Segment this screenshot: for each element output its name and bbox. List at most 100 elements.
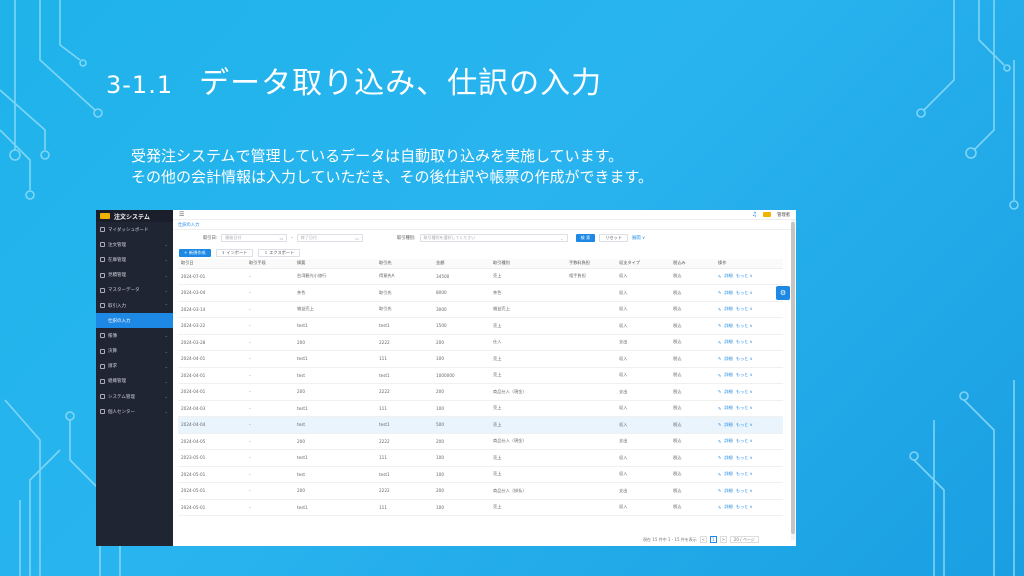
menu-fold-icon[interactable]: ☰ — [179, 211, 184, 218]
edit-icon[interactable]: ✎ — [718, 472, 721, 477]
edit-icon[interactable]: ✎ — [718, 488, 721, 493]
sidebar-item[interactable]: 見積管理 ⌄ — [96, 268, 173, 283]
detail-link[interactable]: 詳細 — [724, 389, 732, 395]
sidebar-item[interactable]: 在庫管理 ⌄ — [96, 252, 173, 267]
detail-link[interactable]: 詳細 — [724, 438, 732, 444]
detail-link[interactable]: 詳細 — [724, 455, 732, 461]
table-row[interactable]: 2024-04-03- test1 111 100 売上 収入 税込 ✎ 詳細 もっと ∨ — [178, 400, 783, 417]
edit-icon[interactable]: ✎ — [718, 439, 721, 444]
user-name[interactable]: 管理者 — [777, 212, 790, 218]
column-header[interactable]: 取引日 — [178, 259, 246, 269]
detail-link[interactable]: 詳細 — [724, 356, 732, 362]
edit-icon[interactable]: ✎ — [718, 290, 721, 295]
expand-link[interactable]: 展開 ∨ — [632, 235, 645, 241]
more-dropdown[interactable]: もっと ∨ — [736, 471, 753, 477]
edit-icon[interactable]: ✎ — [718, 406, 721, 411]
edit-icon[interactable]: ✎ — [718, 455, 721, 460]
detail-link[interactable]: 詳細 — [724, 339, 732, 345]
edit-icon[interactable]: ✎ — [718, 422, 721, 427]
avatar[interactable] — [763, 212, 772, 217]
detail-link[interactable]: 詳細 — [724, 504, 732, 510]
table-row[interactable]: 2024-05-01- test1 111 100 売上 収入 税込 ✎ 詳細 もっと ∨ — [178, 499, 783, 516]
table-row[interactable]: 2024-07-01- 台湾観光小旅行 得意先A 34500 売上 相手負担 収入 税込 ✎ 詳細… — [178, 268, 783, 285]
column-header[interactable]: 税込み — [670, 259, 715, 269]
sidebar-item[interactable]: 仕訳の入力 — [96, 313, 173, 329]
more-dropdown[interactable]: もっと ∨ — [736, 323, 753, 329]
detail-link[interactable]: 詳細 — [724, 306, 732, 312]
sidebar-item[interactable]: 個人センター ⌄ — [96, 404, 173, 419]
type-select[interactable]: 取引種別を選択してください ⌄ — [419, 234, 568, 242]
edit-icon[interactable]: ✎ — [718, 505, 721, 510]
detail-link[interactable]: 詳細 — [724, 471, 732, 477]
sidebar-item[interactable]: 注文管理 ⌄ — [96, 237, 173, 252]
column-header[interactable]: 収支タイプ — [616, 259, 670, 269]
more-dropdown[interactable]: もっと ∨ — [736, 405, 753, 411]
more-dropdown[interactable]: もっと ∨ — [736, 422, 753, 428]
column-header[interactable]: 取引種別 — [490, 259, 566, 269]
import-button[interactable]: ⇪ インポート — [215, 248, 254, 257]
table-row[interactable]: 2024-03-28-200 2222 200 仕入 支出 税込 ✎ 詳細 もっと ∨ — [178, 334, 783, 351]
sidebar-item[interactable]: 取引入力 ⌃ — [96, 298, 173, 313]
page-size-select[interactable]: 20 / ページ — [729, 536, 759, 543]
date-end-input[interactable]: 終了日付 ▭ — [296, 234, 363, 242]
add-button[interactable]: + 新規作成 — [179, 248, 211, 257]
table-row[interactable]: 2024-04-05-200 2222 200 商品仕入（現金） 支出 税込 ✎ 詳細 もっと … — [178, 433, 783, 450]
table-row[interactable]: 2024-05-01-200 2222 200 商品仕入（掛払） 支出 税込 ✎ 詳細 もっと … — [178, 482, 783, 500]
detail-link[interactable]: 詳細 — [724, 372, 732, 378]
more-dropdown[interactable]: もっと ∨ — [736, 488, 753, 494]
more-dropdown[interactable]: もっと ∨ — [736, 273, 753, 279]
edit-icon[interactable]: ✎ — [718, 307, 721, 312]
table-row[interactable]: 2024-04-04- test test1 500 売上 収入 税込 ✎ 詳細 もっと ∨ — [178, 416, 783, 434]
table-row[interactable]: 2024-04-01- test1 111 100 売上 収入 税込 ✎ 詳細 もっと ∨ — [178, 350, 783, 368]
edit-icon[interactable]: ✎ — [718, 389, 721, 394]
more-dropdown[interactable]: もっと ∨ — [736, 290, 753, 296]
more-dropdown[interactable]: もっと ∨ — [736, 389, 753, 395]
more-dropdown[interactable]: もっと ∨ — [736, 455, 753, 461]
prev-page-button[interactable]: < — [699, 536, 707, 543]
detail-link[interactable]: 詳細 — [724, 323, 732, 329]
detail-link[interactable]: 詳細 — [724, 405, 732, 411]
table-row[interactable]: 2024-03-14- 雑益売上 取引先 3000 雑益売上 収入 税込 ✎ 詳細 もっと ∨ — [178, 301, 783, 318]
sidebar-item[interactable]: システム管理 ⌄ — [96, 389, 173, 404]
column-header[interactable]: 取引手段 — [246, 259, 294, 269]
column-header[interactable]: 取引先 — [376, 259, 433, 269]
table-row[interactable]: 2024-03-22- test1 test1 1500 売上 収入 税込 ✎ 詳細 もっと ∨ — [178, 317, 783, 335]
edit-icon[interactable]: ✎ — [718, 274, 721, 279]
next-page-button[interactable]: > — [719, 536, 727, 543]
edit-icon[interactable]: ✎ — [718, 356, 721, 361]
detail-link[interactable]: 詳細 — [724, 488, 732, 494]
more-dropdown[interactable]: もっと ∨ — [736, 438, 753, 444]
scrollbar-thumb[interactable] — [791, 222, 795, 534]
sidebar-item[interactable]: 組織管理 ⌄ — [96, 374, 173, 389]
sidebar-item[interactable]: マスターデータ ⌄ — [96, 283, 173, 298]
date-start-input[interactable]: 開始日付 ▭ — [221, 234, 288, 242]
edit-icon[interactable]: ✎ — [718, 340, 721, 345]
search-button[interactable]: 検 索 — [575, 234, 596, 242]
more-dropdown[interactable]: もっと ∨ — [736, 372, 753, 378]
notification-icon[interactable]: ♫ — [752, 211, 757, 218]
page-1-button[interactable]: 1 — [709, 536, 717, 543]
detail-link[interactable]: 詳細 — [724, 290, 732, 296]
detail-link[interactable]: 詳細 — [724, 422, 732, 428]
column-header[interactable]: 金額 — [433, 259, 490, 269]
table-row[interactable]: 2024-04-01-200 2222 200 商品仕入（現金） 支出 税込 ✎ 詳細 もっと … — [178, 383, 783, 401]
table-row[interactable]: 2023-05-01- test1 111 100 売上 収入 税込 ✎ 詳細 もっと ∨ — [178, 449, 783, 467]
column-header[interactable]: 手数料負担 — [566, 259, 616, 269]
reset-button[interactable]: リセット — [599, 234, 629, 242]
more-dropdown[interactable]: もっと ∨ — [736, 356, 753, 362]
export-button[interactable]: ⇩ エクスポート — [258, 248, 301, 257]
detail-link[interactable]: 詳細 — [724, 273, 732, 279]
settings-float-button[interactable]: ⚙ — [776, 286, 790, 300]
column-header[interactable]: 摘要 — [294, 259, 376, 269]
more-dropdown[interactable]: もっと ∨ — [736, 504, 753, 510]
tab-journal-entry[interactable]: 仕訳の入力 — [178, 222, 199, 228]
sidebar-item[interactable]: 決算 ⌄ — [96, 344, 173, 359]
sidebar-item[interactable]: マイダッシュボード — [96, 222, 173, 237]
sidebar-item[interactable]: 請求 ⌄ — [96, 359, 173, 374]
more-dropdown[interactable]: もっと ∨ — [736, 306, 753, 312]
table-row[interactable]: 2024-05-01- test test1 100 売上 収入 税込 ✎ 詳細 もっと ∨ — [178, 466, 783, 483]
edit-icon[interactable]: ✎ — [718, 323, 721, 328]
sidebar-item[interactable]: 帳簿 ⌄ — [96, 328, 173, 343]
edit-icon[interactable]: ✎ — [718, 373, 721, 378]
table-row[interactable]: 2024-04-01- test test1 1000000 売上 収入 税込 ✎ 詳細 もっと … — [178, 367, 783, 384]
